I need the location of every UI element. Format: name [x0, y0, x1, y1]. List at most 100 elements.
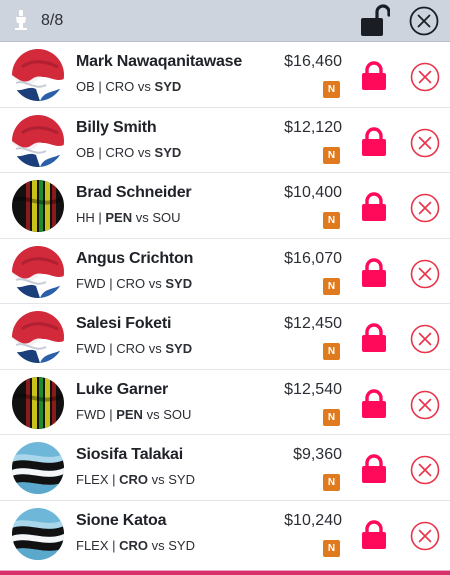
status-badge: N — [323, 277, 340, 295]
lineup-count: 8/8 — [41, 12, 64, 29]
status-badge: N — [323, 146, 340, 164]
team-jersey-avatar — [12, 49, 64, 101]
lineup-icon — [15, 10, 27, 30]
lock-icon — [361, 192, 387, 226]
player-name[interactable]: Mark Nawaqanitawase — [76, 53, 242, 71]
close-icon — [410, 390, 440, 424]
remove-player-button[interactable] — [410, 259, 440, 289]
team-jersey-avatar — [12, 180, 64, 232]
lock-button[interactable] — [361, 61, 387, 91]
player-meta: HH | PEN vs SOU — [76, 210, 181, 225]
player-name[interactable]: Brad Schneider — [76, 184, 192, 202]
player-opponent: SYD — [154, 144, 182, 160]
player-opponent: SYD — [168, 537, 195, 553]
lock-button[interactable] — [361, 126, 387, 157]
player-row[interactable]: Siosifa Talakai FLEX | CRO vs SYD $9,360… — [0, 435, 450, 501]
lock-button[interactable] — [361, 519, 387, 550]
player-position: FWD — [76, 341, 106, 356]
player-opponent: SYD — [154, 79, 182, 94]
lock-button[interactable] — [361, 388, 387, 419]
player-meta: FWD | CRO vs SYD — [76, 275, 193, 291]
player-meta: FLEX | CRO vs SYD — [76, 537, 195, 553]
versus-label: vs — [137, 144, 151, 160]
remove-player-button[interactable] — [410, 390, 440, 420]
accent-divider — [0, 570, 450, 575]
player-opponent: SYD — [165, 275, 193, 291]
player-opponent: SYD — [168, 472, 195, 487]
team-jersey-avatar — [12, 376, 64, 429]
versus-label: vs — [151, 537, 165, 553]
lineup-header: 8/8 — [0, 0, 450, 42]
close-icon — [410, 324, 440, 358]
status-badge: N — [323, 539, 340, 557]
lock-icon — [361, 257, 387, 292]
player-meta: FWD | PEN vs SOU — [76, 406, 192, 422]
player-position: HH — [76, 210, 95, 225]
close-icon — [410, 455, 440, 489]
status-badge: N — [323, 408, 340, 426]
lock-icon — [361, 323, 387, 357]
player-price: $16,070 — [284, 249, 342, 267]
remove-player-button[interactable] — [410, 193, 440, 223]
player-name[interactable]: Angus Crichton — [76, 250, 193, 268]
player-position: FWD — [76, 275, 106, 291]
player-meta: FWD | CRO vs SYD — [76, 341, 193, 356]
player-team: CRO — [116, 341, 146, 356]
lock-button[interactable] — [361, 192, 387, 222]
player-name[interactable]: Siosifa Talakai — [76, 446, 183, 464]
player-price: $12,120 — [284, 118, 342, 136]
lock-icon — [361, 519, 387, 554]
player-row[interactable]: Billy Smith OB | CRO vs SYD $12,120 N — [0, 107, 450, 173]
lock-icon — [361, 126, 387, 161]
remove-player-button[interactable] — [410, 521, 440, 551]
player-name[interactable]: Sione Katoa — [76, 512, 166, 530]
player-name[interactable]: Salesi Foketi — [76, 315, 171, 333]
player-team: CRO — [105, 79, 135, 94]
player-team: PEN — [105, 210, 133, 225]
status-badge: N — [323, 212, 340, 229]
player-price: $12,450 — [284, 315, 342, 332]
team-jersey-avatar — [12, 245, 64, 298]
player-team: PEN — [116, 406, 143, 422]
versus-label: vs — [151, 472, 165, 487]
close-icon — [410, 193, 440, 227]
lock-icon — [361, 61, 387, 95]
status-badge: N — [323, 343, 340, 360]
close-icon — [410, 62, 440, 96]
player-price: $9,360 — [293, 446, 342, 463]
versus-label: vs — [146, 406, 160, 422]
player-position: FLEX — [76, 537, 109, 553]
player-position: OB — [76, 144, 95, 160]
close-icon — [410, 259, 440, 293]
remove-player-button[interactable] — [410, 455, 440, 485]
player-price: $12,540 — [284, 380, 342, 398]
lock-button[interactable] — [361, 257, 387, 288]
remove-player-button[interactable] — [410, 62, 440, 92]
lock-icon — [361, 454, 387, 488]
player-row[interactable]: Salesi Foketi FWD | CRO vs SYD $12,450 N — [0, 304, 450, 370]
player-row[interactable]: Mark Nawaqanitawase OB | CRO vs SYD $16,… — [0, 42, 450, 108]
player-price: $16,460 — [284, 53, 342, 70]
team-jersey-avatar — [12, 442, 64, 494]
player-row[interactable]: Sione Katoa FLEX | CRO vs SYD $10,240 N — [0, 500, 450, 566]
player-row[interactable]: Luke Garner FWD | PEN vs SOU $12,540 N — [0, 369, 450, 435]
player-team: CRO — [119, 537, 149, 553]
lock-button[interactable] — [361, 323, 387, 353]
lock-icon — [361, 388, 387, 423]
status-badge: N — [323, 81, 340, 98]
player-position: FLEX — [76, 472, 109, 487]
remove-player-button[interactable] — [410, 324, 440, 354]
close-all-button[interactable] — [409, 6, 439, 36]
player-opponent: SOU — [163, 406, 192, 422]
player-price: $10,240 — [284, 511, 342, 529]
player-row[interactable]: Brad Schneider HH | PEN vs SOU $10,400 N — [0, 173, 450, 239]
unlock-all-button[interactable] — [360, 4, 390, 38]
player-name[interactable]: Luke Garner — [76, 381, 168, 399]
player-row[interactable]: Angus Crichton FWD | CRO vs SYD $16,070 … — [0, 238, 450, 304]
player-name[interactable]: Billy Smith — [76, 119, 157, 137]
remove-player-button[interactable] — [410, 128, 440, 158]
team-jersey-avatar — [12, 311, 64, 363]
versus-label: vs — [148, 275, 162, 291]
lock-button[interactable] — [361, 454, 387, 484]
player-meta: OB | CRO vs SYD — [76, 79, 182, 94]
